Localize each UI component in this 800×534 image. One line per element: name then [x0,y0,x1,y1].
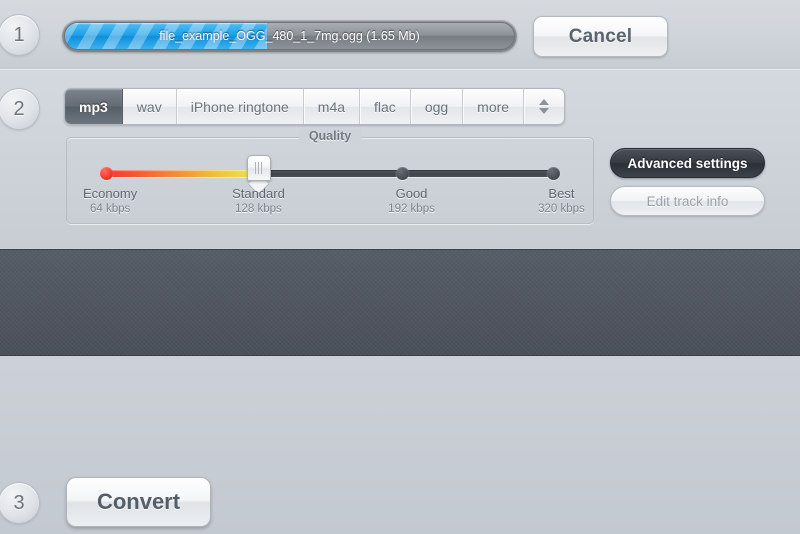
chevron-up-icon[interactable] [539,99,550,105]
quality-mark-name: Economy [83,186,138,201]
step-1-badge: 1 [0,14,40,56]
format-tab-m4a[interactable]: m4a [304,89,361,124]
format-tab-bar[interactable]: mp3 wav iPhone ringtone m4a flac ogg more [64,88,566,125]
audio-converter-window: file_example_OGG_480_1_7mg.ogg (1.65 Mb)… [0,0,800,534]
edit-track-info-button[interactable]: Edit track info [610,186,765,216]
quality-mark-bitrate: 320 kbps [538,203,585,215]
quality-mark-standard[interactable]: Standard 128 kbps [198,186,318,215]
quality-mark-bitrate: 128 kbps [235,203,282,215]
upload-progress-bar[interactable]: file_example_OGG_480_1_7mg.ogg (1.65 Mb) [62,20,517,52]
slider-handle-grip-icon [255,162,264,174]
format-tab-more[interactable]: more [463,89,525,124]
step-2-badge: 2 [0,88,40,130]
quality-mark-best[interactable]: Best 320 kbps [501,186,621,215]
quality-mark-bitrate: 192 kbps [388,203,435,215]
quality-mark-economy[interactable]: Economy 64 kbps [50,186,170,215]
chevron-down-icon[interactable] [539,108,550,114]
up-down-chevron-icon[interactable] [524,89,564,124]
step-1-section: file_example_OGG_480_1_7mg.ogg (1.65 Mb) [0,0,800,70]
cancel-button[interactable]: Cancel [533,16,668,57]
uploaded-file-label: file_example_OGG_480_1_7mg.ogg (1.65 Mb) [159,29,420,43]
format-tab-flac[interactable]: flac [360,89,411,124]
format-tab-mp3[interactable]: mp3 [65,89,123,124]
slider-knob-economy [100,167,113,180]
format-tab-wav[interactable]: wav [123,89,177,124]
quality-mark-name: Standard [232,186,285,201]
format-tab-iphone-ringtone[interactable]: iPhone ringtone [177,89,304,124]
quality-slider[interactable]: Economy 64 kbps Standard 128 kbps Good 192 kb… [67,138,593,223]
format-tab-ogg[interactable]: ogg [411,89,464,124]
slider-knob-good[interactable] [396,167,409,180]
advanced-settings-panel: Bitrate Constant Variable 128 kbps Sampl… [0,249,800,534]
quality-mark-good[interactable]: Good 192 kbps [352,186,472,215]
slider-knob-best[interactable] [547,167,560,180]
quality-group: Quality Economy 64 kbps Standard 128 kbps Go… [66,129,594,224]
step-3-badge: 3 [0,482,40,524]
advanced-settings-button[interactable]: Advanced settings [610,148,765,178]
progress-track: file_example_OGG_480_1_7mg.ogg (1.65 Mb) [64,22,515,50]
slider-track[interactable] [100,167,560,180]
slider-fill [104,170,261,177]
quality-mark-bitrate: 64 kbps [89,203,131,215]
quality-mark-name: Best [548,186,575,201]
quality-mark-name: Good [395,186,428,201]
convert-button[interactable]: Convert [66,477,211,527]
